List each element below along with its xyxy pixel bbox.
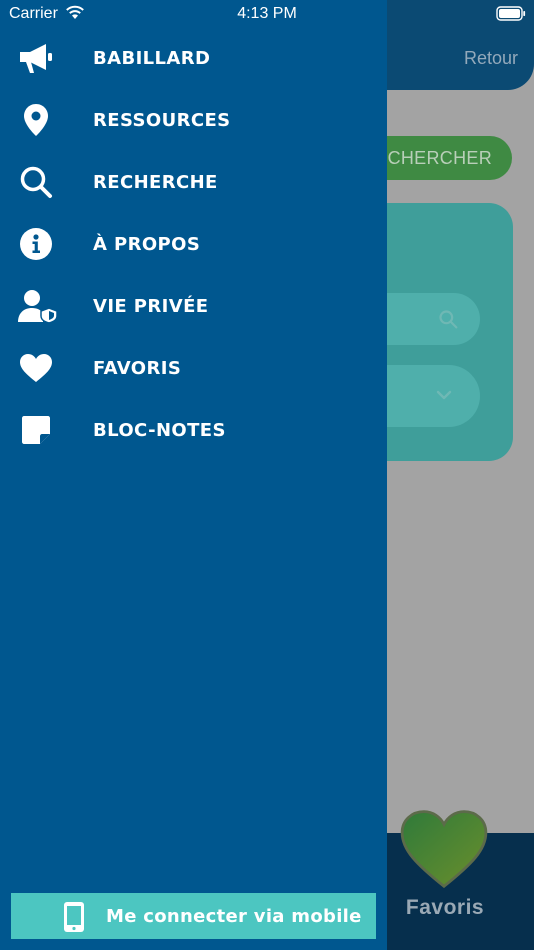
heart-icon <box>16 348 56 388</box>
menu-item-bloc-notes[interactable]: BLOC-NOTES <box>0 399 387 461</box>
menu-item-favoris[interactable]: FAVORIS <box>0 337 387 399</box>
navigation-drawer: BABILLARD RESSOURCES RECHERCHE À PROPOS … <box>0 0 387 950</box>
info-icon <box>16 224 56 264</box>
status-bar: Carrier 4:13 PM <box>0 0 534 28</box>
menu-item-ressources[interactable]: RESSOURCES <box>0 89 387 151</box>
menu-item-recherche[interactable]: RECHERCHE <box>0 151 387 213</box>
tab-favorites-label[interactable]: Favoris <box>390 896 500 920</box>
connect-via-mobile-label: Me connecter via mobile <box>106 905 362 927</box>
back-button[interactable]: Retour <box>464 48 518 69</box>
search-icon <box>439 310 458 329</box>
connect-via-mobile-button[interactable]: Me connecter via mobile <box>11 893 376 939</box>
search-icon <box>16 162 56 202</box>
menu-item-label: RECHERCHE <box>93 171 218 193</box>
megaphone-icon <box>16 38 56 78</box>
sticky-note-icon <box>16 410 56 450</box>
map-pin-icon <box>16 100 56 140</box>
chevron-down-icon <box>436 390 452 400</box>
user-shield-icon <box>16 286 60 326</box>
menu-item-label: VIE PRIVÉE <box>93 295 209 317</box>
menu-item-label: FAVORIS <box>93 357 182 379</box>
phone-icon <box>64 902 84 932</box>
menu-item-label: À PROPOS <box>93 233 201 255</box>
menu-item-label: BABILLARD <box>93 47 211 69</box>
menu-item-label: BLOC-NOTES <box>93 419 226 441</box>
menu-item-label: RESSOURCES <box>93 109 231 131</box>
battery-icon <box>496 6 526 21</box>
menu-item-vie-privee[interactable]: VIE PRIVÉE <box>0 275 387 337</box>
clock: 4:13 PM <box>237 5 297 22</box>
heart-icon[interactable] <box>398 808 490 890</box>
menu-item-a-propos[interactable]: À PROPOS <box>0 213 387 275</box>
menu-item-babillard[interactable]: BABILLARD <box>0 27 387 89</box>
